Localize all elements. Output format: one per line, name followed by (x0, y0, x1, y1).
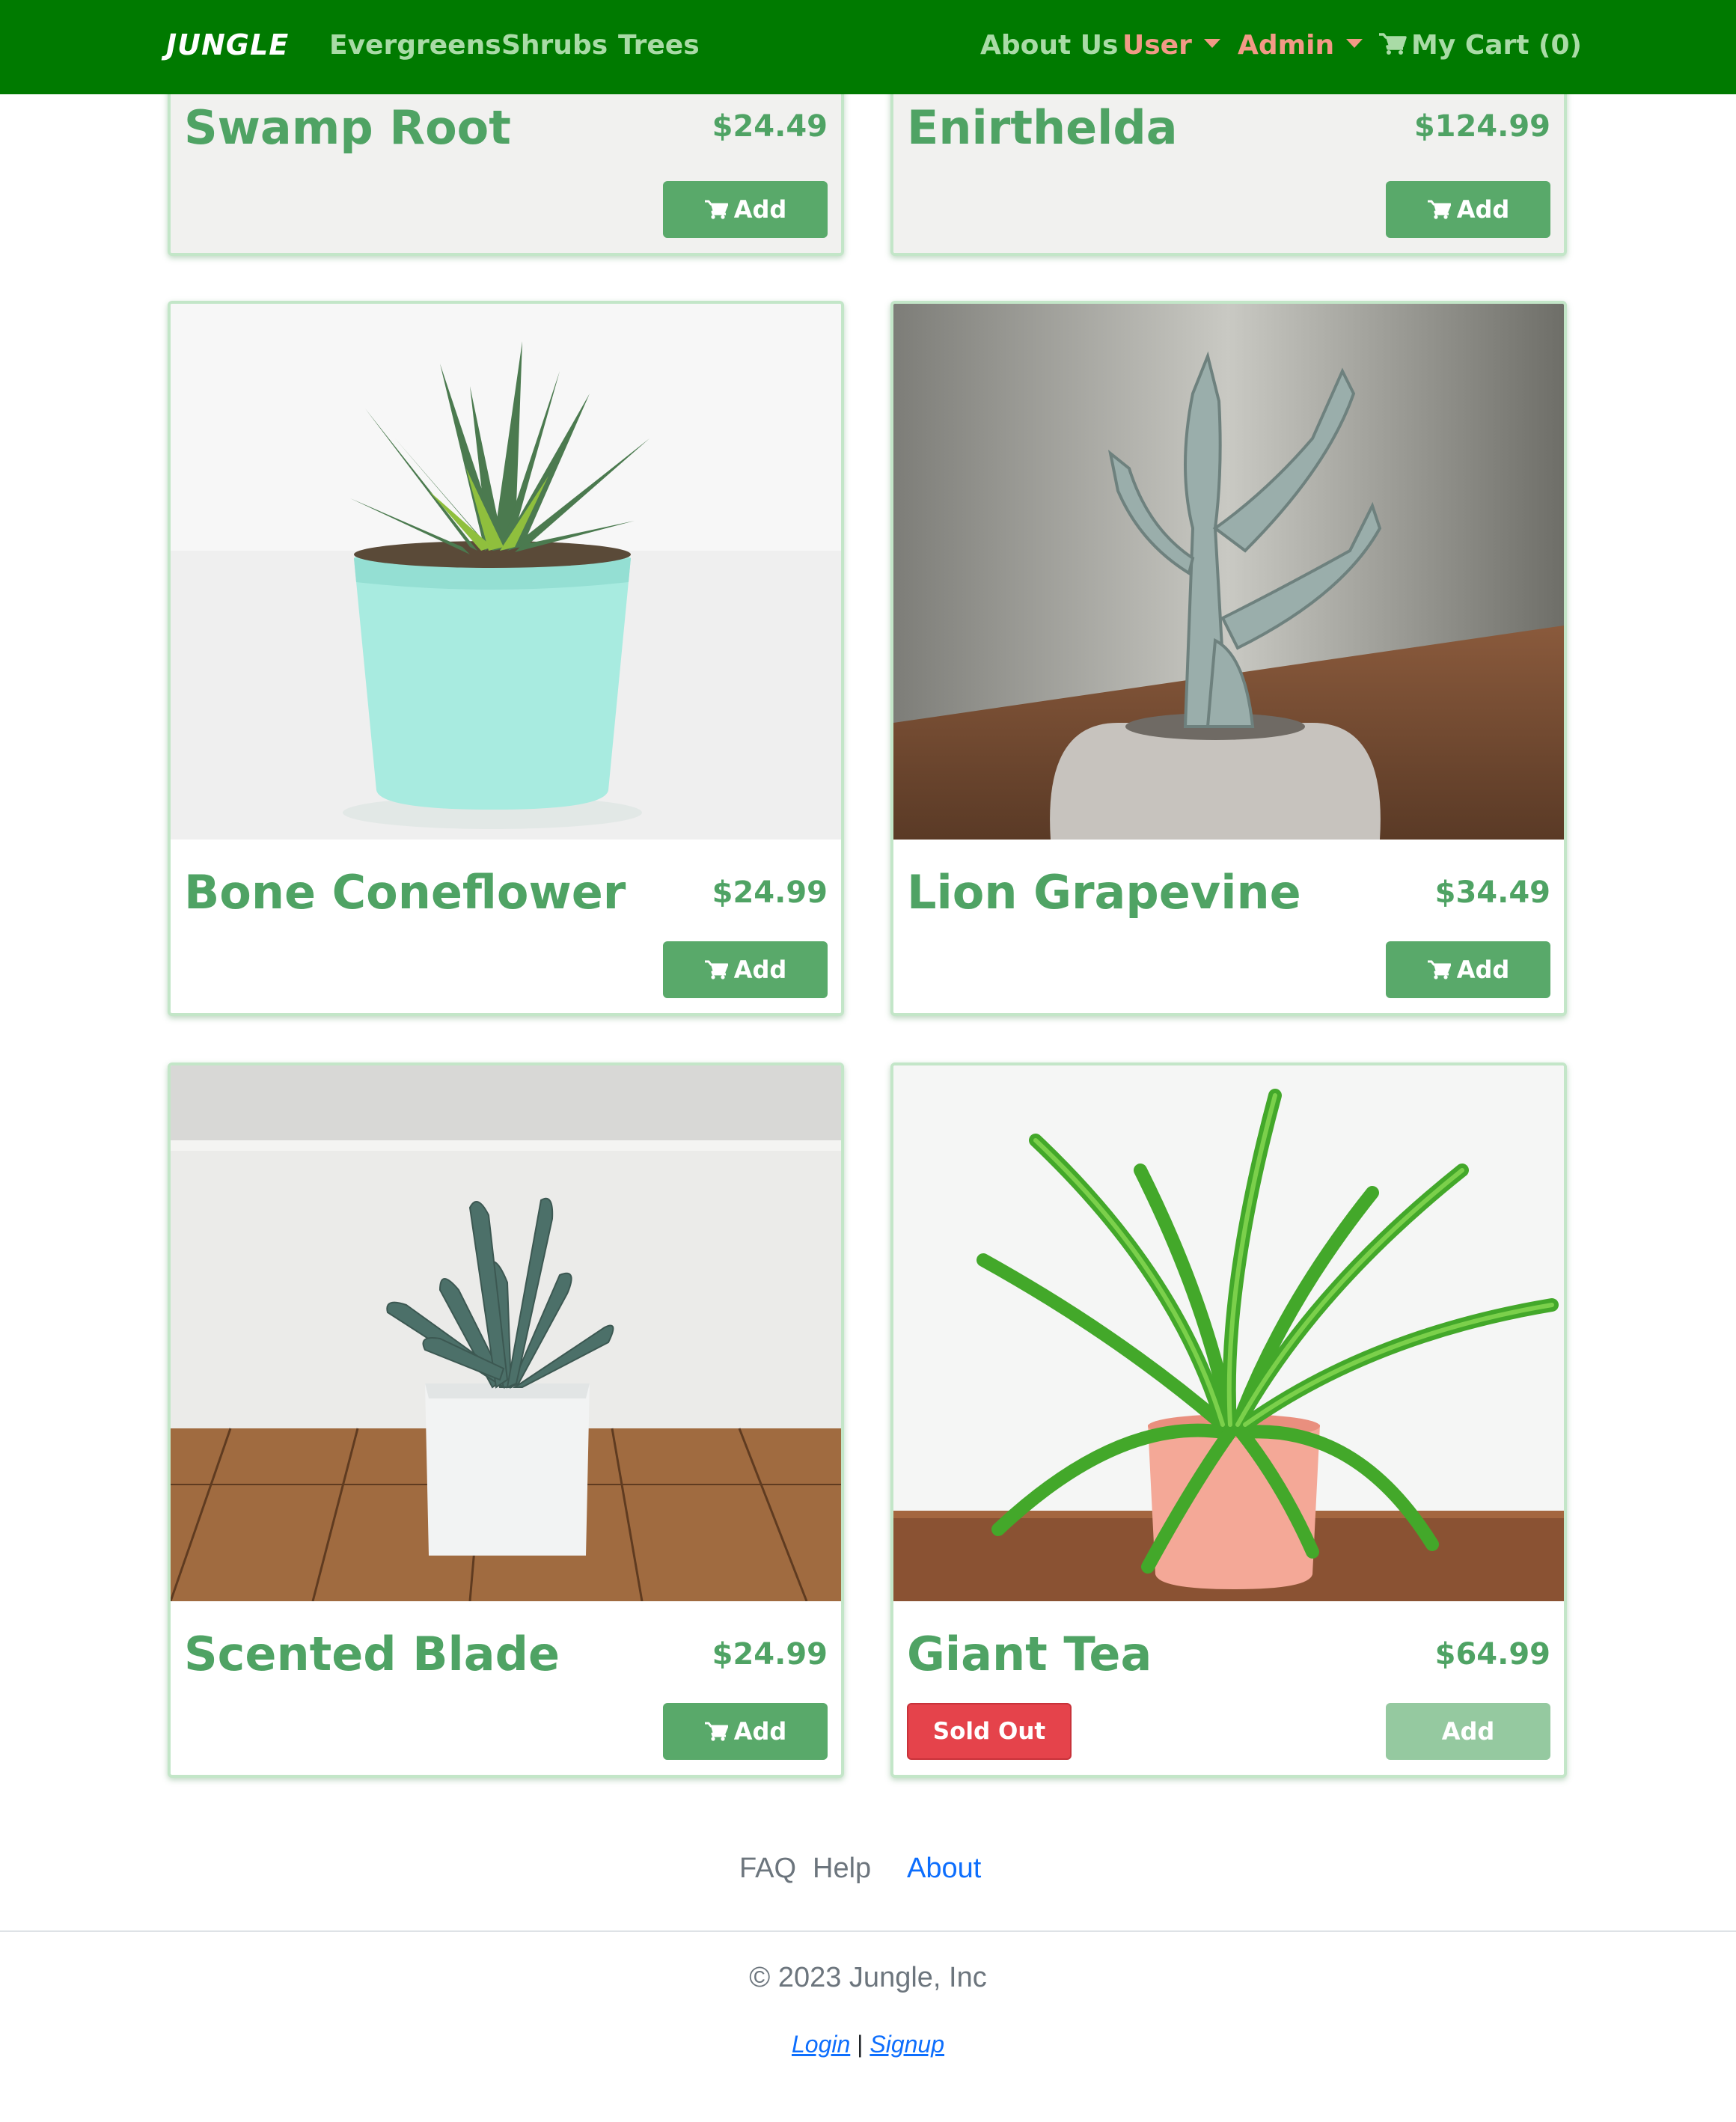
add-to-cart-button[interactable]: Add (663, 181, 828, 238)
product-image[interactable] (893, 304, 1564, 840)
product-price: $34.49 (1434, 875, 1550, 910)
product-name[interactable]: Lion Grapevine (907, 865, 1301, 920)
product-name[interactable]: Bone Coneflower (184, 865, 626, 920)
chevron-down-icon (1346, 39, 1363, 48)
add-to-cart-button-disabled[interactable]: Add (1386, 1703, 1550, 1760)
add-to-cart-button[interactable]: Add (1386, 181, 1550, 238)
product-card: Giant Tea $64.99 Sold Out Add (890, 1062, 1567, 1778)
cart-icon (704, 1722, 728, 1741)
footer-link-help[interactable]: Help (813, 1853, 871, 1885)
product-card: Scented Blade $24.99 Add (168, 1062, 844, 1778)
login-link[interactable]: Login (792, 2031, 850, 2058)
add-button-label: Add (733, 195, 787, 224)
admin-dropdown[interactable]: Admin (1238, 30, 1363, 61)
add-to-cart-button[interactable]: Add (663, 1703, 828, 1760)
auth-links: Login | Signup (0, 2031, 1736, 2058)
product-name[interactable]: Giant Tea (907, 1627, 1152, 1681)
product-price: $24.99 (712, 1637, 828, 1672)
add-button-label: Add (1456, 195, 1510, 224)
product-card: Lion Grapevine $34.49 Add (890, 301, 1567, 1016)
cart-icon (1427, 200, 1451, 219)
product-image[interactable] (893, 1065, 1564, 1601)
brand-logo[interactable]: JUNGLE (166, 28, 289, 61)
user-dropdown-label: User (1122, 30, 1192, 61)
product-image[interactable] (171, 1065, 841, 1601)
footer-divider (0, 1930, 1736, 1932)
nav-link-trees[interactable]: Trees (618, 30, 700, 61)
user-dropdown[interactable]: User (1122, 30, 1220, 61)
auth-separator: | (857, 2031, 864, 2058)
product-price: $64.99 (1434, 1637, 1550, 1672)
product-image[interactable] (171, 304, 841, 840)
add-button-label: Add (733, 955, 787, 984)
product-card: Bone Coneflower $24.99 Add (168, 301, 844, 1016)
admin-dropdown-label: Admin (1238, 30, 1335, 61)
chevron-down-icon (1203, 39, 1220, 48)
product-price: $24.99 (712, 875, 828, 910)
sold-out-badge: Sold Out (907, 1703, 1072, 1760)
add-button-label: Add (1456, 955, 1510, 984)
add-to-cart-button[interactable]: Add (1386, 941, 1550, 998)
footer-link-faq[interactable]: FAQ (739, 1853, 796, 1885)
product-price: $124.99 (1413, 109, 1550, 144)
nav-link-evergreens[interactable]: Evergreens (329, 30, 501, 61)
product-name[interactable]: Swamp Root (184, 100, 511, 155)
add-button-label: Add (1441, 1717, 1495, 1746)
footer-nav: FAQ Help About (0, 1853, 1736, 1898)
signup-link[interactable]: Signup (869, 2031, 944, 2058)
cart-icon (704, 960, 728, 979)
cart-icon (1379, 33, 1407, 55)
product-price: $24.49 (712, 109, 828, 144)
product-name[interactable]: Scented Blade (184, 1627, 560, 1681)
add-to-cart-button[interactable]: Add (663, 941, 828, 998)
footer-link-about[interactable]: About (907, 1853, 981, 1885)
nav-link-about-us[interactable]: About Us (980, 30, 1118, 61)
nav-link-shrubs[interactable]: Shrubs (501, 30, 608, 61)
cart-icon (704, 200, 728, 219)
nav-link-cart[interactable]: My Cart (0) (1378, 30, 1582, 61)
add-button-label: Add (733, 1717, 787, 1746)
navbar: JUNGLE Evergreens Shrubs Trees About Us … (0, 0, 1736, 94)
copyright-text: © 2023 Jungle, Inc (749, 1962, 987, 1993)
cart-label: My Cart (0) (1411, 30, 1582, 61)
product-name[interactable]: Enirthelda (907, 100, 1178, 155)
cart-icon (1427, 960, 1451, 979)
